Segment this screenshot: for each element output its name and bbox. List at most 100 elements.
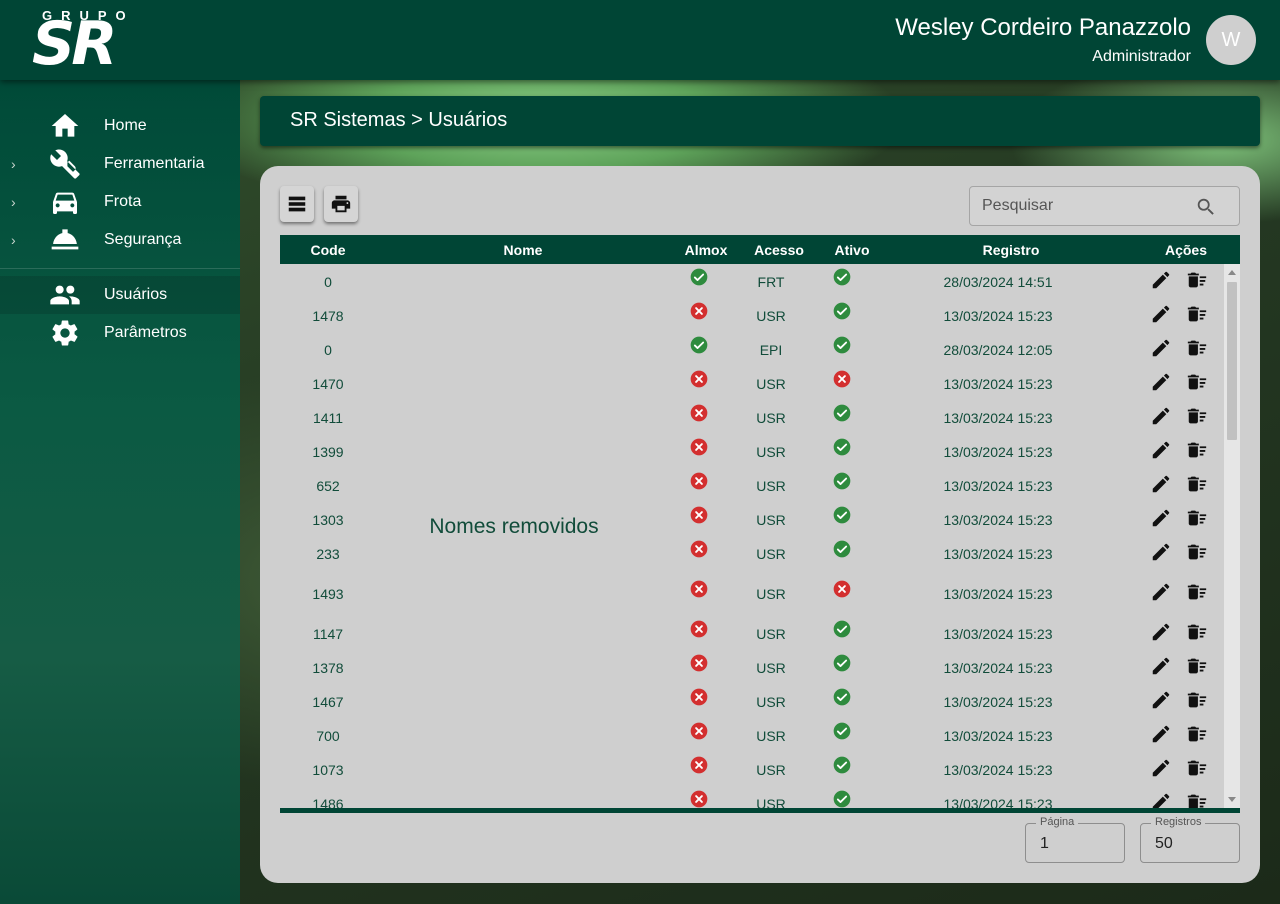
table-row[interactable]: 0 FRT 28/03/2024 14:51 [280,264,1224,298]
error-icon [689,471,709,491]
sidebar-item-usuarios[interactable]: Usuários [0,276,240,314]
table-row[interactable]: 1303 USR 13/03/2024 15:23 [280,502,1224,536]
delete-icon[interactable] [1186,621,1208,643]
error-icon [689,301,709,321]
column-header-almox[interactable]: Almox [685,242,728,258]
edit-icon[interactable] [1150,269,1172,291]
records-field[interactable]: Registros 50 [1140,816,1240,863]
table-row[interactable]: 1486 USR 13/03/2024 15:23 [280,786,1224,808]
sidebar-item-parametros[interactable]: Parâmetros [0,314,240,352]
records-label: Registros [1151,816,1206,828]
delete-icon[interactable] [1186,581,1208,603]
table-row[interactable]: 1493 USR 13/03/2024 15:23 [280,576,1224,610]
table-row[interactable]: 0 EPI 28/03/2024 12:05 [280,332,1224,366]
edit-icon[interactable] [1150,757,1172,779]
delete-icon[interactable] [1186,371,1208,393]
cell-code: 1467 [312,694,344,710]
table-row[interactable]: 652 USR 13/03/2024 15:23 [280,468,1224,502]
edit-icon[interactable] [1150,581,1172,603]
delete-icon[interactable] [1186,439,1208,461]
cell-acesso: USR [756,512,786,528]
table-row[interactable]: 1470 USR 13/03/2024 15:23 [280,366,1224,400]
delete-icon[interactable] [1186,473,1208,495]
edit-icon[interactable] [1150,507,1172,529]
table-row[interactable]: 1399 USR 13/03/2024 15:23 [280,434,1224,468]
delete-icon[interactable] [1186,655,1208,677]
edit-icon[interactable] [1150,303,1172,325]
cell-code: 0 [324,274,332,290]
delete-icon[interactable] [1186,405,1208,427]
table-row[interactable]: 1378 USR 13/03/2024 15:23 [280,650,1224,684]
column-header-registro[interactable]: Registro [983,242,1040,258]
cell-registro: 13/03/2024 15:23 [943,478,1053,494]
column-header-ativo[interactable]: Ativo [835,242,870,258]
cell-registro: 13/03/2024 15:23 [943,308,1053,324]
sidebar-item-home[interactable]: Home [0,107,240,145]
page-field[interactable]: Página 1 [1025,816,1125,863]
search-input[interactable] [982,195,1182,217]
cell-acesso: USR [756,694,786,710]
check-icon [832,755,852,775]
edit-icon[interactable] [1150,473,1172,495]
table-row[interactable]: 700 USR 13/03/2024 15:23 [280,718,1224,752]
error-icon [689,437,709,457]
sidebar-item-ferramentaria[interactable]: › Ferramentaria [0,145,240,183]
edit-icon[interactable] [1150,791,1172,808]
column-header-nome[interactable]: Nome [504,242,543,258]
delete-icon[interactable] [1186,269,1208,291]
list-view-button[interactable] [280,186,314,222]
records-value: 50 [1155,835,1173,852]
delete-icon[interactable] [1186,757,1208,779]
page-value: 1 [1040,835,1049,852]
cell-registro: 13/03/2024 15:23 [943,586,1053,602]
cell-code: 1378 [312,660,344,676]
edit-icon[interactable] [1150,689,1172,711]
cell-acesso: USR [756,762,786,778]
delete-icon[interactable] [1186,689,1208,711]
scroll-up-icon[interactable] [1228,270,1236,275]
error-icon [832,369,852,389]
edit-icon[interactable] [1150,621,1172,643]
search-icon[interactable] [1195,196,1217,218]
delete-icon[interactable] [1186,791,1208,808]
table-row[interactable]: 1073 USR 13/03/2024 15:23 [280,752,1224,786]
error-icon [689,789,709,808]
table-row[interactable]: 1478 USR 13/03/2024 15:23 [280,298,1224,332]
edit-icon[interactable] [1150,371,1172,393]
users-card: Code Nome Almox Acesso Ativo Registro Aç… [260,166,1260,883]
company-logo[interactable]: GRUPO SR [32,6,152,74]
scroll-down-icon[interactable] [1228,797,1236,802]
delete-icon[interactable] [1186,723,1208,745]
scroll-thumb[interactable] [1227,282,1237,440]
edit-icon[interactable] [1150,439,1172,461]
delete-icon[interactable] [1186,337,1208,359]
table-row[interactable]: 1147 USR 13/03/2024 15:23 [280,616,1224,650]
delete-icon[interactable] [1186,303,1208,325]
column-header-acesso[interactable]: Acesso [754,242,804,258]
table-row[interactable]: 1467 USR 13/03/2024 15:23 [280,684,1224,718]
sidebar-item-seguranca[interactable]: › Segurança [0,221,240,259]
error-icon [689,403,709,423]
cell-registro: 13/03/2024 15:23 [943,376,1053,392]
delete-icon[interactable] [1186,541,1208,563]
check-icon [832,539,852,559]
check-icon [832,619,852,639]
avatar[interactable]: W [1206,15,1256,65]
delete-icon[interactable] [1186,507,1208,529]
breadcrumb-text: SR Sistemas > Usuários [290,109,508,131]
sidebar-item-frota[interactable]: › Frota [0,183,240,221]
column-header-code[interactable]: Code [311,242,346,258]
edit-icon[interactable] [1150,655,1172,677]
cell-acesso: USR [756,478,786,494]
table-row[interactable]: 1411 USR 13/03/2024 15:23 [280,400,1224,434]
table-row[interactable]: 233 USR 13/03/2024 15:23 [280,536,1224,570]
print-button[interactable] [324,186,358,222]
check-icon [832,653,852,673]
table-scrollbar[interactable] [1224,264,1240,808]
edit-icon[interactable] [1150,541,1172,563]
edit-icon[interactable] [1150,405,1172,427]
edit-icon[interactable] [1150,723,1172,745]
error-icon [689,505,709,525]
error-icon [689,619,709,639]
edit-icon[interactable] [1150,337,1172,359]
